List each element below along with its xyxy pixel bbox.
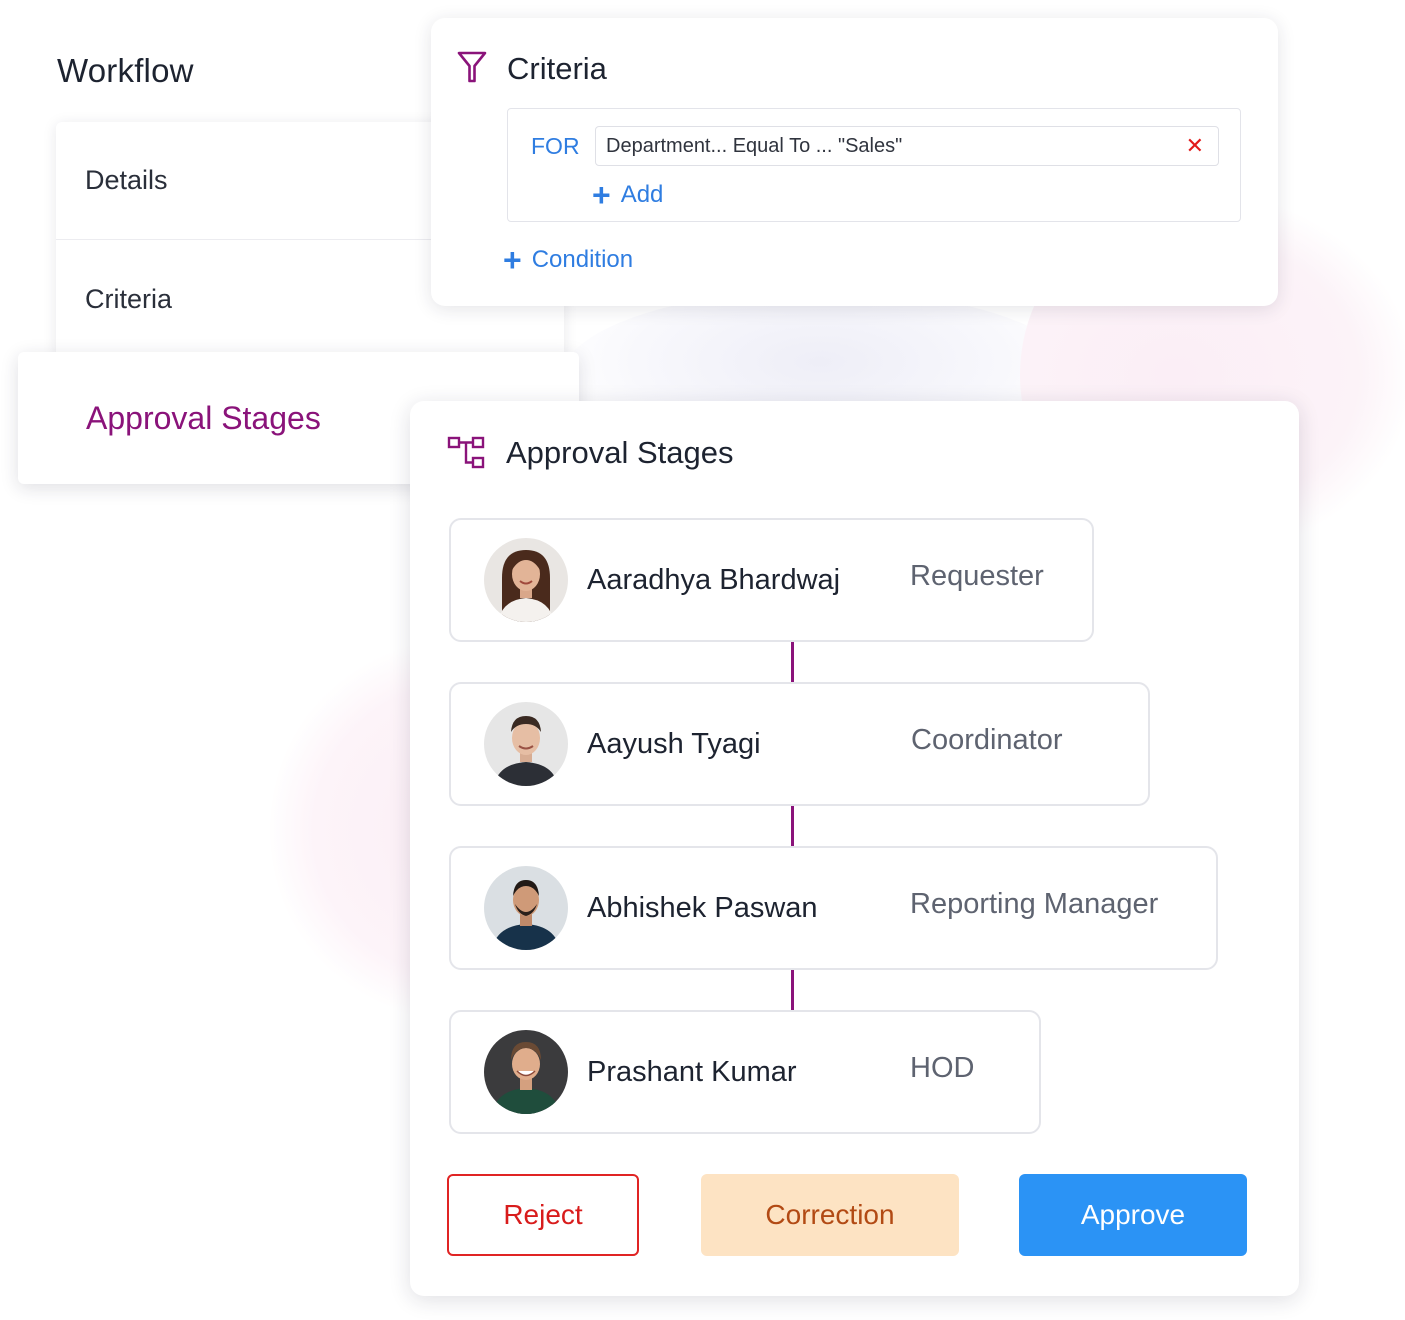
stage-connector [791,970,794,1010]
filter-icon [457,51,487,88]
close-icon[interactable]: ✕ [1186,133,1204,159]
stage-role: Coordinator [911,724,1063,756]
avatar [484,702,568,786]
stage-card[interactable]: Aayush Tyagi Coordinator [449,682,1150,806]
stage-name: Abhishek Paswan [587,892,818,924]
for-label: FOR [531,133,580,159]
stage-name: Prashant Kumar [587,1056,797,1088]
hierarchy-icon [447,436,485,475]
stage-name: Aayush Tyagi [587,728,761,760]
add-rule-button[interactable]: + Add [592,179,663,211]
approve-button[interactable]: Approve [1019,1174,1247,1256]
reject-button[interactable]: Reject [447,1174,639,1256]
condition-label: Condition [531,246,634,273]
stage-role: Reporting Manager [910,888,1159,920]
plus-icon: + [503,242,522,278]
avatar [484,866,568,950]
criteria-panel: Criteria FOR Department... Equal To ... … [431,18,1278,306]
approval-stages-title: Approval Stages [506,435,734,470]
correction-button[interactable]: Correction [701,1174,959,1256]
stage-role: HOD [910,1052,975,1084]
stage-card[interactable]: Aaradhya Bhardwaj Requester [449,518,1094,642]
avatar [484,538,568,622]
rule-group: FOR Department... Equal To ... "Sales" ✕… [507,108,1241,222]
stage-role: Requester [910,560,1044,592]
criteria-title: Criteria [507,51,607,86]
plus-icon: + [592,177,611,213]
stage-connector [791,806,794,846]
stage-card[interactable]: Prashant Kumar HOD [449,1010,1041,1134]
stage-connector [791,642,794,682]
rule-field[interactable]: Department... Equal To ... "Sales" ✕ [595,126,1219,166]
rule-text: Department... Equal To ... "Sales" [606,134,903,157]
stage-card[interactable]: Abhishek Paswan Reporting Manager [449,846,1218,970]
page-title: Workflow [57,52,194,89]
avatar [484,1030,568,1114]
approval-stages-panel: Approval Stages Aaradhya Bhardwaj Reques… [410,401,1299,1296]
add-label: Add [620,181,664,208]
stage-name: Aaradhya Bhardwaj [587,564,841,596]
add-condition-button[interactable]: + Condition [503,244,633,276]
